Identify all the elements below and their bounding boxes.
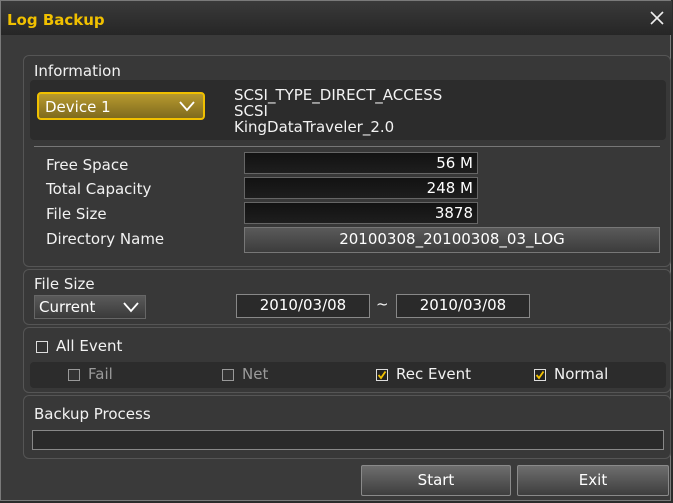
rec-event-label: Rec Event	[396, 365, 471, 383]
date-from-input[interactable]: 2010/03/08	[236, 294, 370, 318]
all-event-checkbox[interactable]	[36, 341, 48, 353]
mode-selected-value: Current	[39, 298, 96, 316]
events-panel: All Event Fail Net Rec Event Normal	[23, 327, 671, 393]
file-size-section-label: File Size	[34, 275, 95, 293]
file-size-value: 3878	[244, 202, 478, 224]
checkmark-icon	[377, 370, 387, 380]
start-button[interactable]: Start	[361, 465, 511, 496]
backup-progress-bar	[32, 430, 664, 450]
chevron-down-icon	[123, 302, 139, 313]
free-space-label: Free Space	[46, 156, 129, 174]
exit-button[interactable]: Exit	[517, 465, 669, 496]
information-panel: Information Device 1 SCSI_TYPE_DIRECT_AC…	[23, 55, 671, 267]
total-capacity-label: Total Capacity	[46, 180, 152, 198]
checkmark-icon	[535, 370, 545, 380]
rec-event-checkbox[interactable]	[376, 369, 388, 381]
log-backup-window: Log Backup Information Device 1 SCSI_TYP…	[0, 0, 672, 501]
date-range-panel: File Size Current 2010/03/08 ~ 2010/03/0…	[23, 269, 671, 325]
fail-label: Fail	[88, 365, 113, 383]
device-info-type: SCSI_TYPE_DIRECT_ACCESS	[234, 86, 443, 104]
date-range-separator: ~	[376, 295, 389, 313]
file-size-label: File Size	[46, 205, 107, 223]
close-icon[interactable]	[648, 9, 666, 27]
device-dropdown[interactable]: Device 1	[37, 92, 205, 120]
title-bar: Log Backup	[1, 1, 672, 35]
device-info-interface: SCSI	[234, 102, 268, 120]
normal-label: Normal	[554, 365, 609, 383]
backup-process-label: Backup Process	[34, 405, 151, 423]
date-to-input[interactable]: 2010/03/08	[396, 294, 530, 318]
net-checkbox[interactable]	[222, 369, 234, 381]
backup-process-panel: Backup Process	[23, 395, 671, 459]
free-space-value: 56 M	[244, 152, 478, 174]
information-label: Information	[34, 62, 121, 80]
total-capacity-value: 248 M	[244, 177, 478, 199]
normal-checkbox[interactable]	[534, 369, 546, 381]
device-info-model: KingDataTraveler_2.0	[234, 118, 395, 136]
device-selected-value: Device 1	[45, 98, 111, 116]
directory-name-field[interactable]: 20100308_20100308_03_LOG	[244, 227, 660, 253]
fail-checkbox[interactable]	[68, 369, 80, 381]
divider	[34, 146, 660, 147]
directory-name-label: Directory Name	[46, 230, 165, 248]
all-event-label: All Event	[56, 337, 123, 355]
window-title: Log Backup	[7, 11, 105, 29]
chevron-down-icon	[179, 101, 195, 112]
net-label: Net	[242, 365, 269, 383]
mode-dropdown[interactable]: Current	[34, 295, 146, 319]
